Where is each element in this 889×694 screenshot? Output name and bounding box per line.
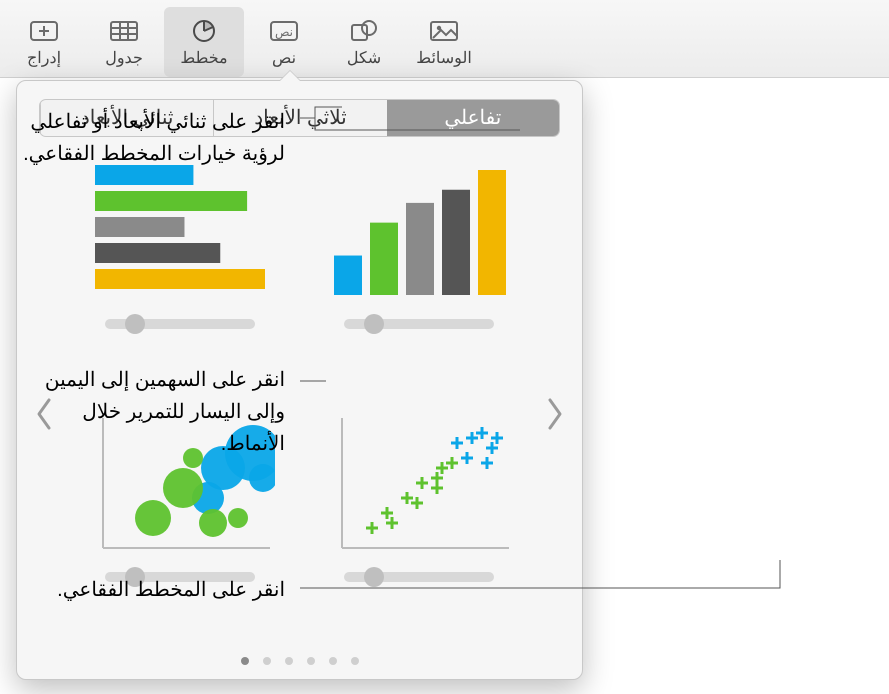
callout-connectors	[0, 0, 889, 694]
